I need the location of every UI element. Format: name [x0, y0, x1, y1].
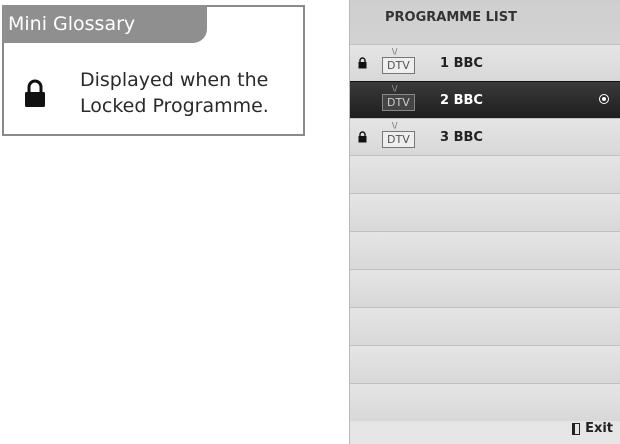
dtv-badge: DTV: [382, 57, 415, 74]
dtv-badge: DTV: [382, 131, 415, 148]
empty-row: [350, 269, 620, 307]
programme-row-2[interactable]: \/ DTV 2 BBC: [350, 81, 620, 118]
exit-button[interactable]: Exit: [572, 421, 613, 436]
exit-label: Exit: [585, 421, 613, 436]
exit-icon: [572, 422, 581, 435]
empty-row: [350, 307, 620, 345]
glossary-description: Displayed when the Locked Programme.: [80, 69, 269, 117]
lock-icon: [358, 54, 367, 73]
programme-list-panel: PROGRAMME LIST \/ DTV 1 BBC \/ DTV 2 BBC: [349, 0, 620, 444]
empty-row: [350, 193, 620, 231]
lock-icon: [358, 128, 367, 147]
programme-row-3[interactable]: \/ DTV 3 BBC: [350, 118, 620, 155]
programme-name: 2 BBC: [440, 93, 483, 108]
empty-row: [350, 383, 620, 421]
selected-radio-icon: [599, 94, 609, 104]
empty-row: [350, 345, 620, 383]
antenna-icon: \/: [392, 121, 398, 130]
glossary-title: Mini Glossary: [2, 5, 207, 43]
programme-name: 1 BBC: [440, 56, 483, 71]
glossary-entry: Displayed when the Locked Programme.: [24, 67, 300, 119]
antenna-icon: \/: [392, 84, 398, 93]
empty-row: [350, 155, 620, 193]
empty-row: [350, 231, 620, 269]
programme-list-title: PROGRAMME LIST: [385, 10, 517, 25]
programme-rows: \/ DTV 1 BBC \/ DTV 2 BBC \/ DTV 3 BBC: [350, 44, 620, 421]
antenna-icon: \/: [392, 47, 398, 56]
programme-row-1[interactable]: \/ DTV 1 BBC: [350, 44, 620, 81]
dtv-badge: DTV: [382, 94, 415, 111]
mini-glossary-box: Mini Glossary Displayed when the Locked …: [2, 5, 305, 136]
lock-icon: [24, 79, 46, 109]
programme-name: 3 BBC: [440, 130, 483, 145]
